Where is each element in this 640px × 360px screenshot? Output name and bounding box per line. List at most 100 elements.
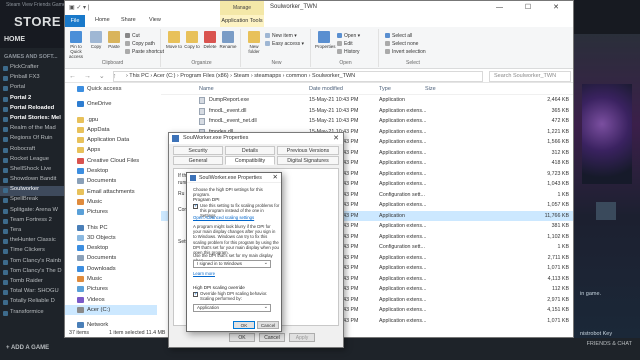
rename-button[interactable]: Rename <box>219 31 237 49</box>
nav-item[interactable]: Pictures <box>65 207 157 217</box>
open-advanced-link[interactable]: Open Advanced scaling settings <box>193 215 254 220</box>
invert-selection-button[interactable]: Invert selection <box>385 49 426 55</box>
history-button[interactable]: History <box>337 49 360 55</box>
ok-button[interactable]: OK <box>229 333 255 342</box>
tab-file[interactable]: File <box>65 15 85 27</box>
window-controls[interactable]: — ☐ ✕ <box>496 3 569 11</box>
game-list-item[interactable]: Pinball FX3 <box>0 74 64 84</box>
delete-button[interactable]: Delete <box>201 31 219 49</box>
dpi-ok-button[interactable]: OK <box>233 321 255 329</box>
copy-path-button[interactable]: Copy path <box>125 41 155 47</box>
game-list-item[interactable]: ShellShock Live <box>0 166 64 176</box>
game-list-item[interactable]: Regions Of Ruin <box>0 135 64 145</box>
tab-share[interactable]: Share <box>121 17 136 23</box>
game-list-item[interactable]: Portal <box>0 84 64 94</box>
nav-item[interactable]: Creative Cloud Files <box>65 156 157 166</box>
file-row[interactable]: DumpReport.exe 15-May-21 10:43 PM Applicat… <box>161 95 573 106</box>
close-icon[interactable]: ✕ <box>273 173 278 183</box>
select-none-button[interactable]: Select none <box>385 41 418 47</box>
column-size[interactable]: Size <box>425 86 436 92</box>
column-date[interactable]: Date modified <box>309 86 343 92</box>
select-all-button[interactable]: Select all <box>385 33 412 39</box>
cut-button[interactable]: Cut <box>125 33 140 39</box>
override-checkbox[interactable] <box>193 291 198 297</box>
game-list-item[interactable]: Tomb Raider <box>0 278 64 288</box>
use-dpi-select[interactable]: I signed in to Windows <box>193 260 271 268</box>
new-folder-button[interactable]: New folder <box>245 31 263 54</box>
use-setting-checkbox[interactable] <box>193 203 198 209</box>
compat-run-button[interactable]: Ru <box>178 191 184 197</box>
tab-general[interactable]: General <box>173 156 223 165</box>
steam-store-tab[interactable]: STORE <box>14 14 61 29</box>
tab-home[interactable]: Home <box>95 17 110 23</box>
file-row[interactable]: fmodL_event_net.dll 15-May-21 10:43 PM App… <box>161 116 573 127</box>
game-list-item[interactable]: Splitgate: Arena W <box>0 207 64 217</box>
nav-item[interactable]: Videos <box>65 295 157 305</box>
tab-digital-signatures[interactable]: Digital Signatures <box>277 156 339 165</box>
move-to-button[interactable]: Move to <box>165 31 183 49</box>
game-list-item[interactable]: Tom Clancy's The D <box>0 268 64 278</box>
nav-item[interactable]: AppData <box>65 125 157 135</box>
game-list-item[interactable]: Realm of the Mad <box>0 125 64 135</box>
manage-context-tab[interactable]: Manage <box>220 1 264 15</box>
game-list-item[interactable]: Team Fortress 2 <box>0 217 64 227</box>
nav-item[interactable]: 3D Objects <box>65 233 157 243</box>
game-list-item[interactable]: Time Clickers <box>0 247 64 257</box>
game-list-item[interactable]: Soulworker <box>0 186 64 197</box>
game-list-item[interactable]: Robocraft <box>0 146 64 156</box>
tab-previous-versions[interactable]: Previous Versions <box>277 146 339 155</box>
friends-chat-button[interactable]: FRIENDS & CHAT <box>587 341 632 348</box>
nav-item[interactable]: Email attachments <box>65 187 157 197</box>
game-list-item[interactable]: Totally Reliable D <box>0 298 64 308</box>
learn-more-link[interactable]: Learn more <box>193 271 215 276</box>
nav-item[interactable]: Acer (C:) <box>65 304 157 316</box>
tab-details[interactable]: Details <box>225 146 275 155</box>
game-list-item[interactable]: Total War: SHOGU <box>0 288 64 298</box>
game-list-item[interactable]: Portal 2 <box>0 95 64 105</box>
steam-home-link[interactable]: HOME <box>4 36 25 43</box>
game-list-item[interactable]: Tom Clancy's Rainb <box>0 258 64 268</box>
add-game-button[interactable]: + ADD A GAME <box>6 345 49 351</box>
dpi-cancel-button[interactable]: Cancel <box>257 321 279 329</box>
cancel-button[interactable]: Cancel <box>259 333 285 342</box>
tab-security[interactable]: Security <box>173 146 223 155</box>
scaling-performed-select[interactable]: Application <box>193 304 271 312</box>
tab-compatibility[interactable]: Compatibility <box>225 156 275 165</box>
copy-to-button[interactable]: Copy to <box>183 31 201 49</box>
nav-item[interactable]: .gpu <box>65 115 157 125</box>
game-settings-button[interactable] <box>596 202 616 220</box>
game-list-item[interactable]: Rocket League <box>0 156 64 166</box>
nav-item[interactable]: Music <box>65 197 157 207</box>
game-list-item[interactable]: Portal Stories: Mel <box>0 115 64 125</box>
library-category[interactable]: GAMES AND SOFT... <box>0 48 64 64</box>
new-item-button[interactable]: New item ▾ <box>265 33 297 39</box>
game-list-item[interactable]: Portal Reloaded <box>0 105 64 115</box>
easy-access-button[interactable]: Easy access ▾ <box>265 41 304 47</box>
apply-button[interactable]: Apply <box>289 333 315 342</box>
nav-item[interactable]: Quick access <box>65 84 157 94</box>
paste-button[interactable]: Paste <box>105 31 123 49</box>
nav-item[interactable]: OneDrive <box>65 99 157 109</box>
close-icon[interactable]: ✕ <box>333 133 339 144</box>
nav-item[interactable]: Documents <box>65 176 157 186</box>
tab-view[interactable]: View <box>149 17 161 23</box>
copy-button[interactable]: Copy <box>87 31 105 49</box>
pin-button[interactable]: Pin to Quick access <box>67 31 85 59</box>
paste-shortcut-button[interactable]: Paste shortcut <box>125 49 164 55</box>
nav-item[interactable]: Application Data <box>65 135 157 145</box>
game-list-item[interactable]: Transformice <box>0 309 64 319</box>
nav-arrows[interactable]: ← → ⌄ ↑ <box>69 72 119 80</box>
nav-item[interactable]: Downloads <box>65 264 157 274</box>
nav-item[interactable]: Desktop <box>65 166 157 176</box>
search-input[interactable]: Search Soulworker_TWN <box>489 71 571 82</box>
file-row[interactable]: fmodL_event.dll 15-May-21 10:43 PM Applica… <box>161 106 573 117</box>
address-path[interactable]: › This PC › Acer (C:) › Program Files (x… <box>113 71 483 82</box>
column-type[interactable]: Type <box>379 86 391 92</box>
nav-item[interactable]: Desktop <box>65 243 157 253</box>
tab-application-tools[interactable]: Application Tools <box>220 15 264 27</box>
open-button[interactable]: Open ▾ <box>337 33 360 39</box>
game-list-item[interactable]: Tera <box>0 227 64 237</box>
game-list-item[interactable]: SpellBreak <box>0 196 64 206</box>
properties-button[interactable]: Properties <box>315 31 336 49</box>
edit-button[interactable]: Edit <box>337 41 353 47</box>
